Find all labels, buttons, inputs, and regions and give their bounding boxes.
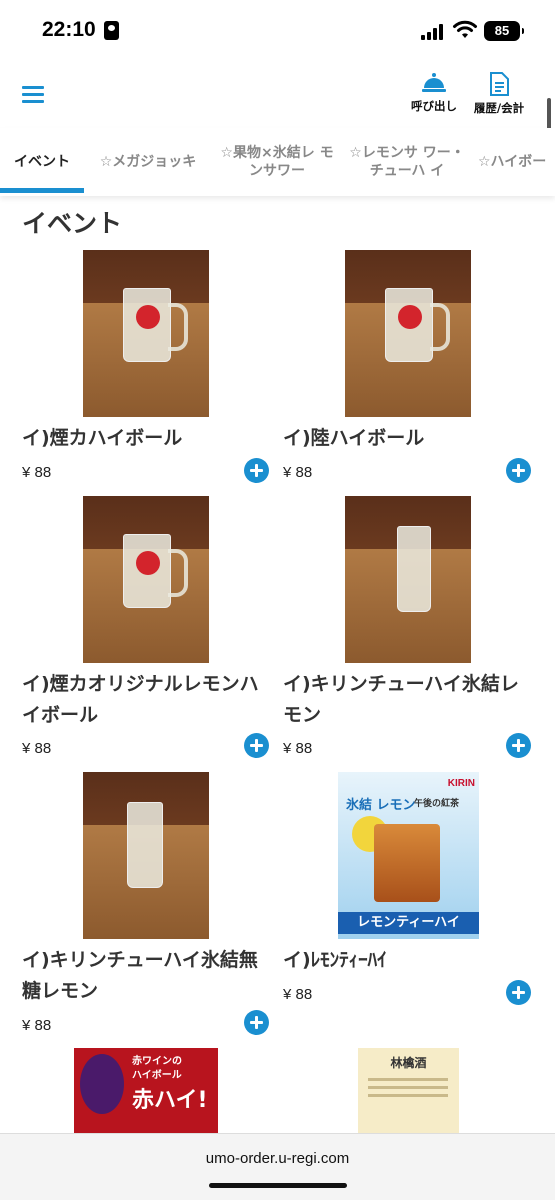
product-name: イ)キリンチューハイ氷結レモン: [283, 673, 519, 726]
product-image[interactable]: KIRIN 氷結 レモン 午後の紅茶 レモンティーハイ: [338, 772, 479, 939]
battery-icon: 85: [484, 21, 524, 41]
product-price: ¥ 88: [22, 464, 52, 481]
service-bell-icon: [422, 73, 446, 92]
tab-lemon-sour[interactable]: ☆レモンサ ワー・チューハ イ: [346, 128, 468, 196]
tab-event[interactable]: イベント: [0, 128, 84, 196]
product-name: イ)煙カオリジナルレモンハイボール: [22, 673, 259, 726]
product-image[interactable]: [83, 772, 209, 939]
call-staff-button[interactable]: 呼び出し: [408, 72, 460, 114]
tab-mega-jokki[interactable]: ☆メガジョッキ: [86, 128, 210, 196]
product-image[interactable]: [345, 496, 471, 663]
poster-line: 午後の紅茶: [414, 799, 460, 809]
tab-highball[interactable]: ☆ハイボー: [478, 128, 555, 196]
product-name: イ)ﾚﾓﾝﾃｨｰﾊｲ: [283, 949, 387, 971]
product-image[interactable]: [345, 250, 471, 417]
category-tabs: イベント ☆メガジョッキ ☆果物×氷結レ モンサワー ☆レモンサ ワー・チューハ…: [0, 128, 555, 196]
menu-button[interactable]: [22, 84, 46, 104]
status-bar: 22:10 85: [0, 0, 555, 62]
document-icon: [490, 72, 509, 96]
section-title: イベント: [22, 209, 123, 238]
add-to-cart-button[interactable]: [244, 458, 269, 483]
tab-fruit-hyoketsu[interactable]: ☆果物×氷結レ モンサワー: [218, 128, 336, 196]
poster-title: 林檎酒: [390, 1056, 427, 1070]
history-checkout-button[interactable]: 履歴/会計: [471, 72, 527, 116]
product-price: ¥ 88: [283, 464, 313, 481]
signal-icon: [421, 24, 446, 40]
history-label: 履歴/会計: [473, 101, 525, 115]
product-name: イ)キリンチューハイ氷結無糖レモン: [22, 949, 258, 1002]
active-tab-indicator: [0, 188, 84, 193]
poster-brand: KIRIN: [447, 778, 475, 789]
url-text: umo-order.u-regi.com: [205, 1150, 350, 1167]
browser-url-bar[interactable]: umo-order.u-regi.com: [0, 1133, 555, 1200]
add-to-cart-button[interactable]: [506, 980, 531, 1005]
highball-logo-icon: [398, 305, 422, 329]
app-header: 呼び出し 履歴/会計: [0, 62, 555, 128]
add-to-cart-button[interactable]: [506, 733, 531, 758]
wifi-icon: [453, 20, 477, 38]
poster-line: ハイボール: [132, 1070, 182, 1081]
id-card-icon: [104, 21, 119, 40]
call-label: 呼び出し: [411, 99, 457, 113]
highball-logo-icon: [136, 305, 160, 329]
product-name: イ)煙カハイボール: [22, 427, 183, 449]
status-time: 22:10: [42, 18, 96, 41]
product-image[interactable]: 林檎酒: [358, 1048, 459, 1133]
poster-line: 氷結 レモン: [346, 798, 416, 813]
add-to-cart-button[interactable]: [244, 1010, 269, 1035]
add-to-cart-button[interactable]: [506, 458, 531, 483]
product-name: イ)陸ハイボール: [283, 427, 425, 449]
home-indicator[interactable]: [209, 1183, 347, 1188]
poster-line: 赤ワインの: [132, 1056, 182, 1067]
grape-icon: [80, 1054, 124, 1114]
product-price: ¥ 88: [22, 1017, 52, 1034]
product-image[interactable]: [83, 496, 209, 663]
product-price: ¥ 88: [283, 986, 313, 1003]
poster-line: 赤ハイ!: [132, 1088, 208, 1113]
product-price: ¥ 88: [283, 740, 313, 757]
product-image[interactable]: [83, 250, 209, 417]
glass-icon: [374, 824, 440, 902]
product-price: ¥ 88: [22, 740, 52, 757]
add-to-cart-button[interactable]: [244, 733, 269, 758]
poster-line: レモンティーハイ: [338, 912, 479, 934]
highball-logo-icon: [136, 551, 160, 575]
product-image[interactable]: 赤ワインの ハイボール 赤ハイ!: [74, 1048, 218, 1133]
